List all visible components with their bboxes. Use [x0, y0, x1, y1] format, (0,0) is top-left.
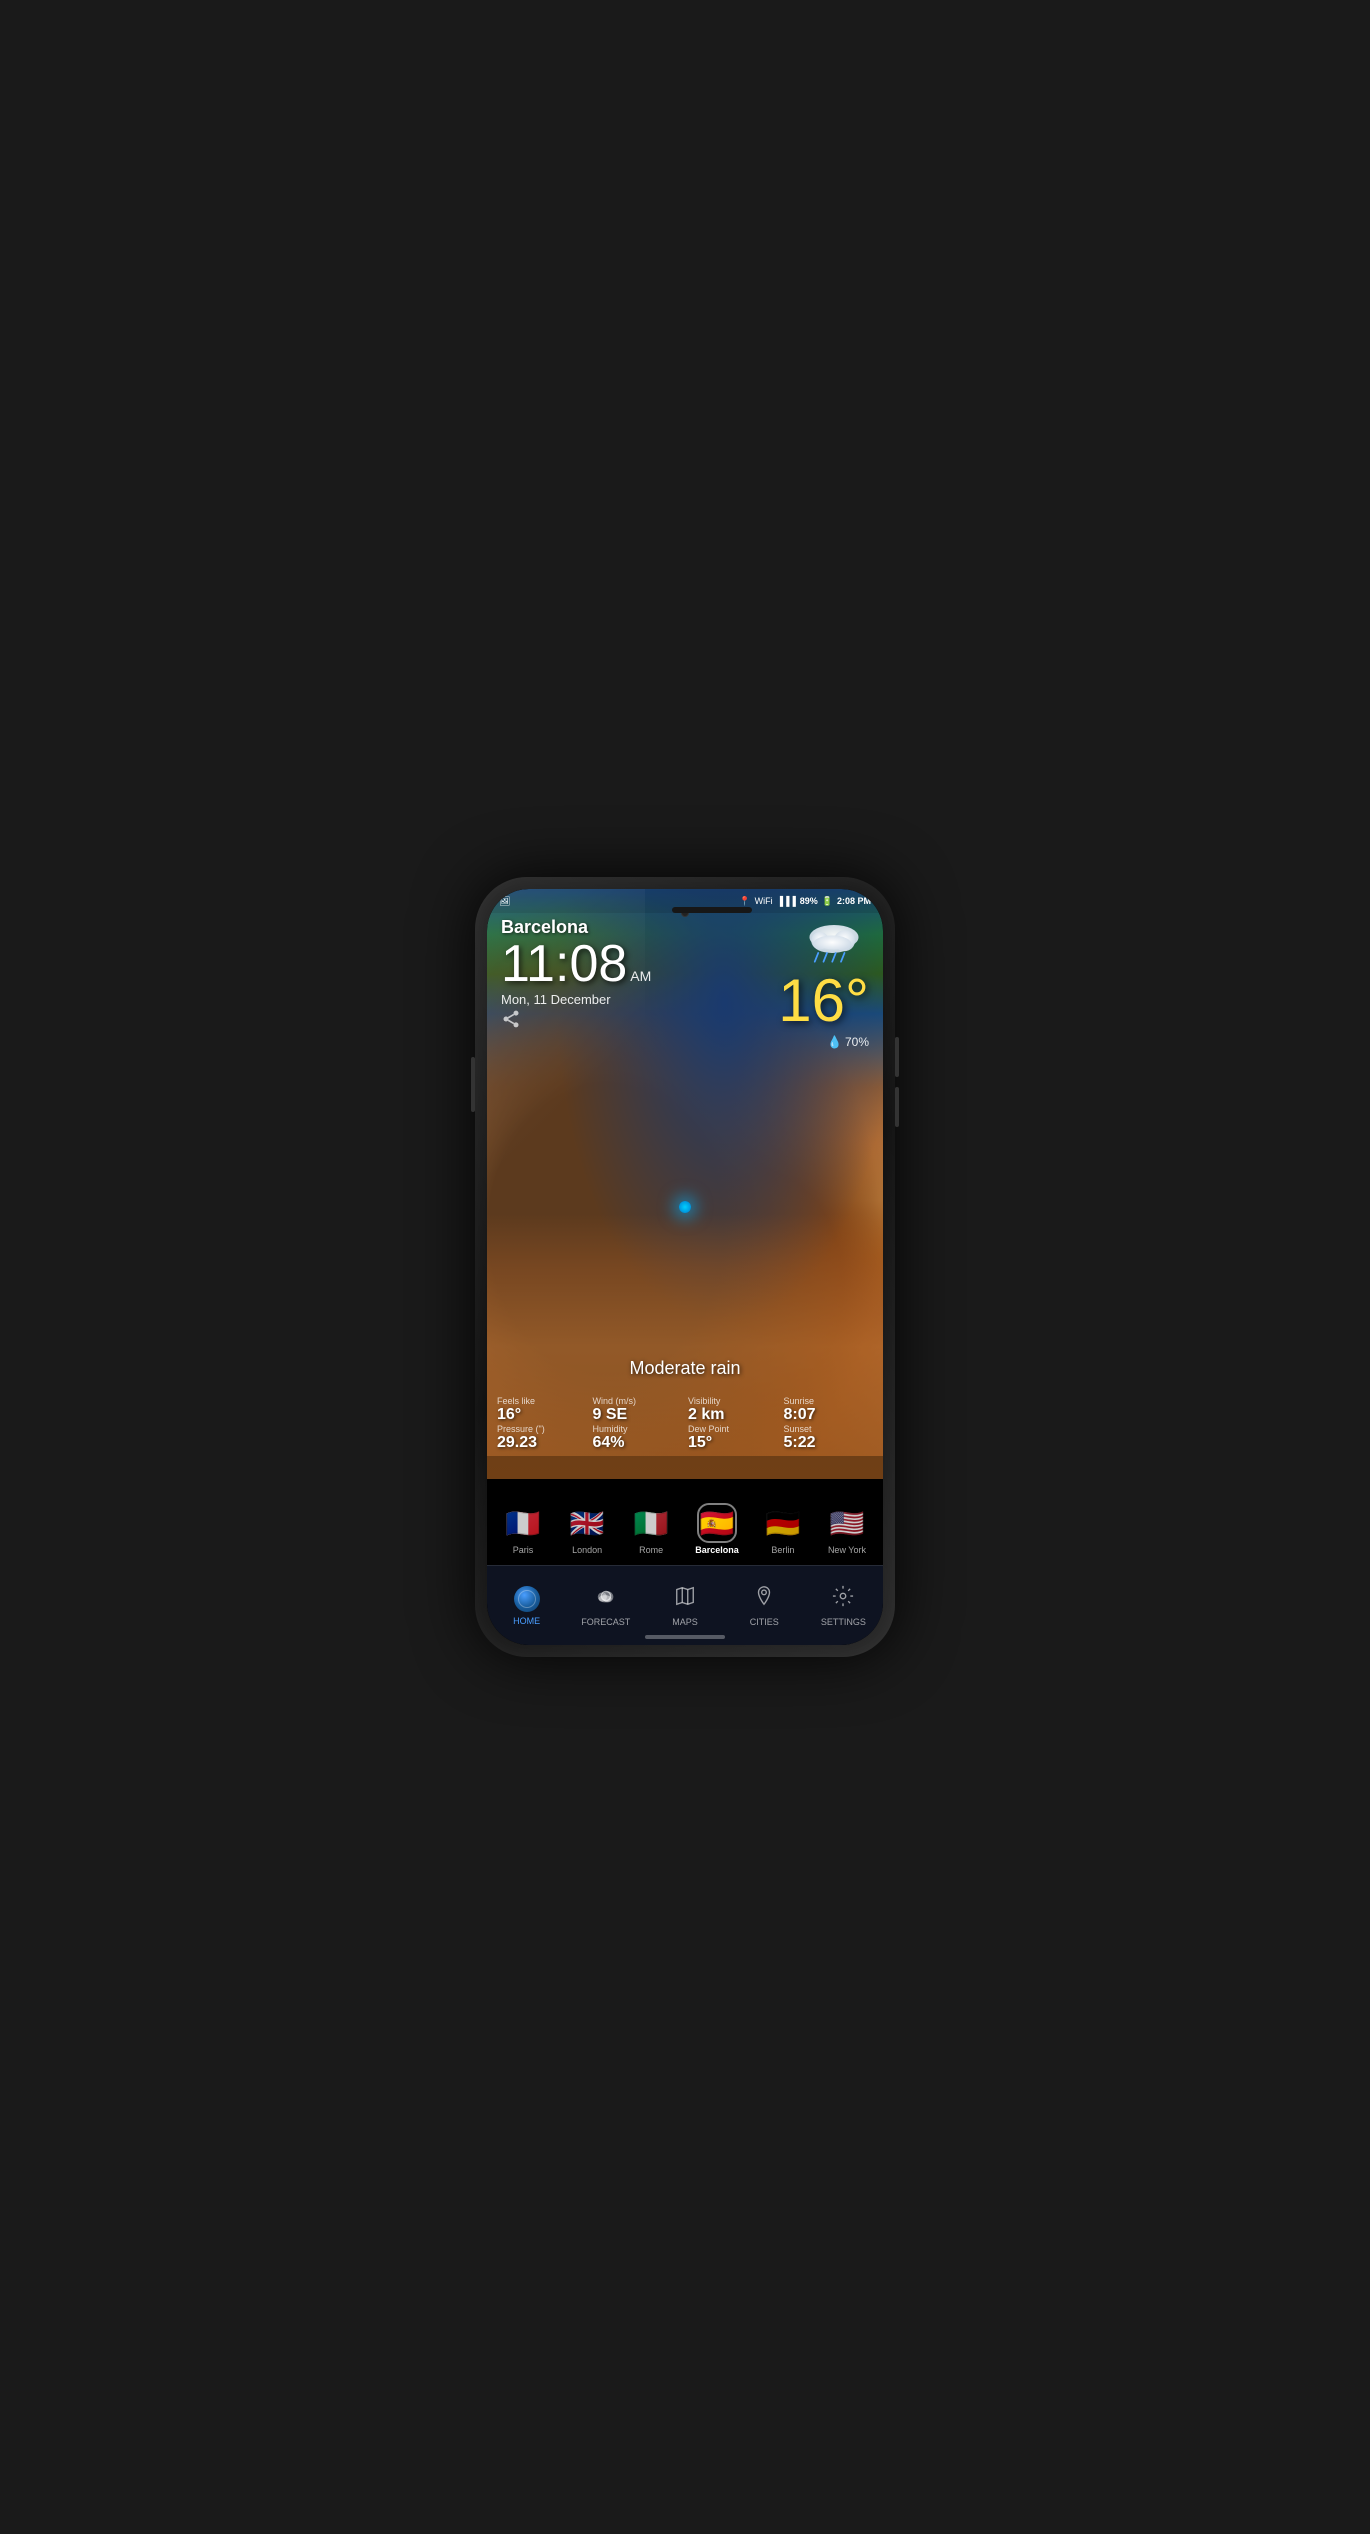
wind-label: Wind (m/s) — [593, 1396, 637, 1406]
signal-icon: ▐▐▐ — [777, 896, 796, 906]
status-bar: 🖼 📍 WiFi ▐▐▐ 89% 🔋 2:08 PM — [487, 889, 883, 913]
time-main: 11:08 — [501, 938, 627, 990]
humidity-drop-icon: 💧 — [827, 1035, 842, 1049]
battery-icon: 🔋 — [822, 896, 833, 907]
rome-label: Rome — [639, 1545, 663, 1555]
berlin-flag: 🇩🇪 — [763, 1503, 803, 1543]
city-newyork[interactable]: 🇺🇸 New York — [827, 1503, 867, 1555]
city-paris[interactable]: 🇫🇷 Paris — [503, 1503, 543, 1555]
paris-label: Paris — [513, 1545, 534, 1555]
settings-icon — [832, 1585, 854, 1613]
sunrise-stat: Sunrise 8:07 Sunset 5:22 — [784, 1396, 874, 1452]
city-barcelona[interactable]: 🇪🇸 Barcelona — [695, 1503, 739, 1555]
time-status: 2:08 PM — [837, 896, 871, 906]
visibility-stat: Visibility 2 km Dew Point 15° — [688, 1396, 778, 1452]
wind-value: 9 SE — [593, 1406, 628, 1424]
city-rome[interactable]: 🇮🇹 Rome — [631, 1503, 671, 1555]
status-left: 🖼 — [499, 896, 510, 907]
paris-flag: 🇫🇷 — [503, 1503, 543, 1543]
screen: 🖼 📍 WiFi ▐▐▐ 89% 🔋 2:08 PM Barcelona — [487, 889, 883, 1645]
nav-home[interactable]: HOME — [487, 1578, 566, 1634]
nav-settings[interactable]: SETTINGS — [804, 1577, 883, 1635]
nav-cities[interactable]: CITIES — [725, 1577, 804, 1635]
sunrise-label: Sunrise — [784, 1396, 815, 1406]
location-status-icon: 📍 — [739, 896, 750, 907]
london-label: London — [572, 1545, 602, 1555]
sunset-label: Sunset — [784, 1424, 812, 1434]
settings-nav-label: SETTINGS — [821, 1617, 866, 1627]
cities-nav-label: CITIES — [750, 1617, 779, 1627]
image-icon: 🖼 — [499, 896, 510, 907]
rome-flag: 🇮🇹 — [631, 1503, 671, 1543]
volume-down-button[interactable] — [895, 1087, 899, 1127]
feels-like-stat: Feels like 16° Pressure (") 29.23 — [497, 1396, 587, 1452]
visibility-label: Visibility — [688, 1396, 720, 1406]
city-time-block: Barcelona 11:08 AM Mon, 11 December — [501, 917, 651, 1007]
location-dot — [679, 1201, 691, 1213]
bottom-nav: HOME FORECAST — [487, 1565, 883, 1645]
sunrise-value: 8:07 — [784, 1406, 816, 1424]
cities-row: 🇫🇷 Paris 🇬🇧 London 🇮🇹 Rome 🇪🇸 Barcelona — [487, 1497, 883, 1561]
home-indicator — [645, 1635, 725, 1639]
humidity-stat-value: 64% — [593, 1434, 625, 1452]
nav-forecast[interactable]: FORECAST — [566, 1577, 645, 1635]
wind-stat: Wind (m/s) 9 SE Humidity 64% — [593, 1396, 683, 1452]
london-flag: 🇬🇧 — [567, 1503, 607, 1543]
humidity-stat-label: Humidity — [593, 1424, 628, 1434]
newyork-flag: 🇺🇸 — [827, 1503, 867, 1543]
dew-point-label: Dew Point — [688, 1424, 729, 1434]
home-nav-label: HOME — [513, 1616, 540, 1626]
condition-text: Moderate rain — [487, 1358, 883, 1379]
berlin-label: Berlin — [771, 1545, 794, 1555]
nav-maps[interactable]: MAPS — [645, 1577, 724, 1635]
maps-nav-label: MAPS — [672, 1617, 698, 1627]
visibility-value: 2 km — [688, 1406, 724, 1424]
share-icon[interactable] — [501, 1009, 521, 1034]
time-minutes: 08 — [569, 935, 627, 993]
wifi-icon: WiFi — [755, 896, 773, 906]
maps-icon — [674, 1585, 696, 1613]
barcelona-label: Barcelona — [695, 1545, 739, 1555]
newyork-label: New York — [828, 1545, 866, 1555]
forecast-icon — [595, 1585, 617, 1613]
phone-shell: 🖼 📍 WiFi ▐▐▐ 89% 🔋 2:08 PM Barcelona — [475, 877, 895, 1657]
status-right: 📍 WiFi ▐▐▐ 89% 🔋 2:08 PM — [739, 896, 871, 907]
city-berlin[interactable]: 🇩🇪 Berlin — [763, 1503, 803, 1555]
cities-icon — [753, 1585, 775, 1613]
power-button[interactable] — [471, 1057, 475, 1112]
time-hours: 11 — [501, 935, 555, 993]
pressure-value: 29.23 — [497, 1434, 537, 1452]
pressure-label: Pressure (") — [497, 1424, 545, 1434]
time-ampm: AM — [630, 968, 651, 984]
humidity-row: 💧 70% — [827, 1035, 869, 1049]
volume-up-button[interactable] — [895, 1037, 899, 1077]
sunset-value: 5:22 — [784, 1434, 816, 1452]
time-colon: : — [555, 935, 569, 993]
dew-point-value: 15° — [688, 1434, 712, 1452]
weather-top-block: Barcelona 11:08 AM Mon, 11 December — [501, 917, 869, 1049]
weather-right-block: 16° 💧 70% — [778, 917, 869, 1049]
city-london[interactable]: 🇬🇧 London — [567, 1503, 607, 1555]
battery-text: 89% — [800, 896, 818, 906]
barcelona-flag: 🇪🇸 — [697, 1503, 737, 1543]
weather-icon — [799, 917, 869, 967]
weather-stats: Feels like 16° Pressure (") 29.23 Wind (… — [487, 1396, 883, 1452]
forecast-nav-label: FORECAST — [581, 1617, 630, 1627]
temperature-display: 16° — [778, 971, 869, 1031]
time-display: 11:08 AM — [501, 938, 651, 990]
feels-like-value: 16° — [497, 1406, 521, 1424]
date-text: Mon, 11 December — [501, 992, 651, 1007]
feels-like-label: Feels like — [497, 1396, 535, 1406]
home-globe-icon — [514, 1586, 540, 1612]
humidity-value: 70% — [845, 1035, 869, 1049]
phone-body: 🖼 📍 WiFi ▐▐▐ 89% 🔋 2:08 PM Barcelona — [487, 889, 883, 1645]
